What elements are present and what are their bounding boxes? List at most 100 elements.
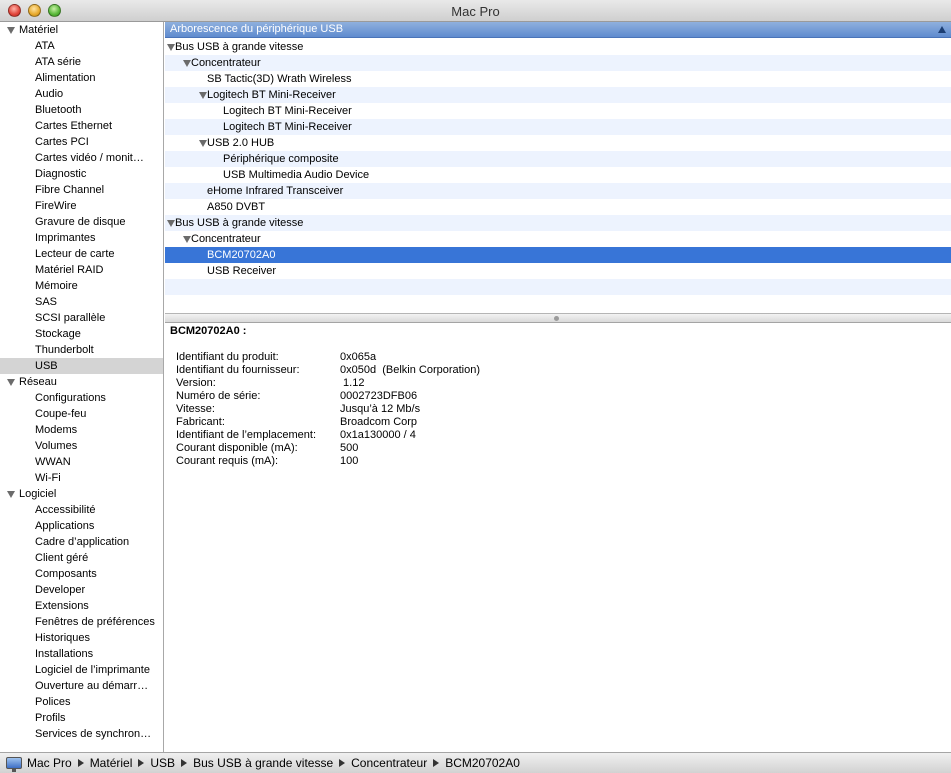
- sidebar-item-wwan[interactable]: WWAN: [0, 454, 163, 470]
- sidebar-section-materiel[interactable]: Matériel: [0, 22, 163, 38]
- sidebar-item-applications[interactable]: Applications: [0, 518, 163, 534]
- sidebar-section-label: Réseau: [19, 376, 57, 388]
- tree-row[interactable]: Logitech BT Mini-Receiver: [165, 87, 951, 103]
- sidebar-item-usb[interactable]: USB: [0, 358, 163, 374]
- breadcrumb-item-mac-pro[interactable]: Mac Pro: [27, 753, 72, 773]
- sidebar-item-profils[interactable]: Profils: [0, 710, 163, 726]
- disclosure-triangle-icon[interactable]: [167, 44, 175, 51]
- window-title: Mac Pro: [451, 4, 500, 19]
- sidebar-item-diagnostic[interactable]: Diagnostic: [0, 166, 163, 182]
- tree-row[interactable]: eHome Infrared Transceiver: [165, 183, 951, 199]
- sidebar-item-label: Applications: [35, 520, 95, 532]
- tree-row-label: Logitech BT Mini-Receiver: [207, 89, 336, 101]
- sidebar-item-label: Services de synchron…: [35, 728, 152, 740]
- sidebar-item-label: Imprimantes: [35, 232, 96, 244]
- sidebar-item-developer[interactable]: Developer: [0, 582, 163, 598]
- breadcrumb-item-materiel[interactable]: Matériel: [90, 753, 133, 773]
- breadcrumb-item-concentrateur[interactable]: Concentrateur: [351, 753, 427, 773]
- sidebar-item-installations[interactable]: Installations: [0, 646, 163, 662]
- sidebar-item-ouverture-au-demarr[interactable]: Ouverture au démarr…: [0, 678, 163, 694]
- tree-row-label: USB Receiver: [207, 265, 277, 277]
- breadcrumb-item-bus-usb-a-grande-vitesse[interactable]: Bus USB à grande vitesse: [193, 753, 333, 773]
- tree-row-label: SB Tactic(3D) Wrath Wireless: [207, 73, 352, 85]
- sidebar-item-ata-serie[interactable]: ATA série: [0, 54, 163, 70]
- tree-row[interactable]: USB 2.0 HUB: [165, 135, 951, 151]
- property-value: Jusqu’à 12 Mb/s: [340, 403, 421, 415]
- tree-row[interactable]: A850 DVBT: [165, 199, 951, 215]
- tree-row[interactable]: USB Multimedia Audio Device: [165, 167, 951, 183]
- sidebar-item-historiques[interactable]: Historiques: [0, 630, 163, 646]
- disclosure-triangle-icon[interactable]: [183, 236, 191, 243]
- tree-row[interactable]: Logitech BT Mini-Receiver: [165, 119, 951, 135]
- disclosure-triangle-icon[interactable]: [7, 379, 15, 386]
- tree-row[interactable]: Logitech BT Mini-Receiver: [165, 103, 951, 119]
- tree-header[interactable]: Arborescence du périphérique USB: [165, 22, 951, 38]
- path-separator-icon: [339, 759, 346, 768]
- sidebar-item-accessibilite[interactable]: Accessibilité: [0, 502, 163, 518]
- sidebar-item-cadre-d-application[interactable]: Cadre d’application: [0, 534, 163, 550]
- disclosure-triangle-icon[interactable]: [183, 60, 191, 67]
- sidebar-item-label: Wi-Fi: [35, 472, 61, 484]
- tree-row[interactable]: Bus USB à grande vitesse: [165, 39, 951, 55]
- disclosure-triangle-icon[interactable]: [199, 140, 207, 147]
- sidebar-item-fibre-channel[interactable]: Fibre Channel: [0, 182, 163, 198]
- sidebar-item-cartes-ethernet[interactable]: Cartes Ethernet: [0, 118, 163, 134]
- sidebar-item-cartes-video-monit[interactable]: Cartes vidéo / monit…: [0, 150, 163, 166]
- sidebar-item-memoire[interactable]: Mémoire: [0, 278, 163, 294]
- sidebar-item-client-gere[interactable]: Client géré: [0, 550, 163, 566]
- sidebar-item-wi-fi[interactable]: Wi-Fi: [0, 470, 163, 486]
- sidebar-item-composants[interactable]: Composants: [0, 566, 163, 582]
- sidebar-item-materiel-raid[interactable]: Matériel RAID: [0, 262, 163, 278]
- property-value: 100: [340, 455, 359, 467]
- disclosure-triangle-icon[interactable]: [167, 220, 175, 227]
- sidebar-item-services-de-synchron[interactable]: Services de synchron…: [0, 726, 163, 742]
- sidebar-item-scsi-parallele[interactable]: SCSI parallèle: [0, 310, 163, 326]
- sidebar-item-cartes-pci[interactable]: Cartes PCI: [0, 134, 163, 150]
- sidebar-item-fenetres-de-preferences[interactable]: Fenêtres de préférences: [0, 614, 163, 630]
- tree-row[interactable]: Concentrateur: [165, 231, 951, 247]
- path-separator-icon: [181, 759, 188, 768]
- tree-row[interactable]: BCM20702A0: [165, 247, 951, 263]
- sidebar-section-logiciel[interactable]: Logiciel: [0, 486, 163, 502]
- sidebar-item-sas[interactable]: SAS: [0, 294, 163, 310]
- sidebar-section-reseau[interactable]: Réseau: [0, 374, 163, 390]
- property-value: 500: [340, 442, 359, 454]
- sidebar-item-gravure-de-disque[interactable]: Gravure de disque: [0, 214, 163, 230]
- disclosure-triangle-icon[interactable]: [7, 491, 15, 498]
- sidebar-item-thunderbolt[interactable]: Thunderbolt: [0, 342, 163, 358]
- sidebar-item-lecteur-de-carte[interactable]: Lecteur de carte: [0, 246, 163, 262]
- tree-row[interactable]: Concentrateur: [165, 55, 951, 71]
- sidebar-item-bluetooth[interactable]: Bluetooth: [0, 102, 163, 118]
- sidebar-item-stockage[interactable]: Stockage: [0, 326, 163, 342]
- tree-row[interactable]: SB Tactic(3D) Wrath Wireless: [165, 71, 951, 87]
- sidebar-item-audio[interactable]: Audio: [0, 86, 163, 102]
- sidebar-item-volumes[interactable]: Volumes: [0, 438, 163, 454]
- path-bar: Mac Pro Matériel USB Bus USB à grande vites…: [0, 752, 951, 773]
- tree-row[interactable]: Périphérique composite: [165, 151, 951, 167]
- tree-row[interactable]: Bus USB à grande vitesse: [165, 215, 951, 231]
- sidebar-item-modems[interactable]: Modems: [0, 422, 163, 438]
- property-key: Fabricant:: [176, 416, 225, 428]
- sidebar-item-ata[interactable]: ATA: [0, 38, 163, 54]
- sidebar-item-label: Cartes vidéo / monit…: [35, 152, 144, 164]
- property-key: Courant disponible (mA):: [176, 442, 298, 454]
- tree-row-label: Concentrateur: [191, 233, 261, 245]
- disclosure-triangle-icon[interactable]: [199, 92, 207, 99]
- sidebar-item-label: SCSI parallèle: [35, 312, 106, 324]
- breadcrumb-item-usb[interactable]: USB: [150, 753, 175, 773]
- breadcrumb-item-bcm20702a0[interactable]: BCM20702A0: [445, 753, 520, 773]
- tree-row[interactable]: USB Receiver: [165, 263, 951, 279]
- sidebar-item-extensions[interactable]: Extensions: [0, 598, 163, 614]
- pane-splitter[interactable]: [165, 313, 951, 323]
- splitter-handle-icon: [554, 316, 559, 321]
- sidebar-item-polices[interactable]: Polices: [0, 694, 163, 710]
- sidebar-item-alimentation[interactable]: Alimentation: [0, 70, 163, 86]
- disclosure-triangle-icon[interactable]: [7, 27, 15, 34]
- tree-row-label: Bus USB à grande vitesse: [175, 41, 304, 53]
- sidebar-item-coupe-feu[interactable]: Coupe-feu: [0, 406, 163, 422]
- sidebar-item-configurations[interactable]: Configurations: [0, 390, 163, 406]
- sidebar-item-imprimantes[interactable]: Imprimantes: [0, 230, 163, 246]
- sidebar-item-label: Audio: [35, 88, 64, 100]
- sidebar-item-logiciel-de-l-imprimante[interactable]: Logiciel de l’imprimante: [0, 662, 163, 678]
- sidebar-item-firewire[interactable]: FireWire: [0, 198, 163, 214]
